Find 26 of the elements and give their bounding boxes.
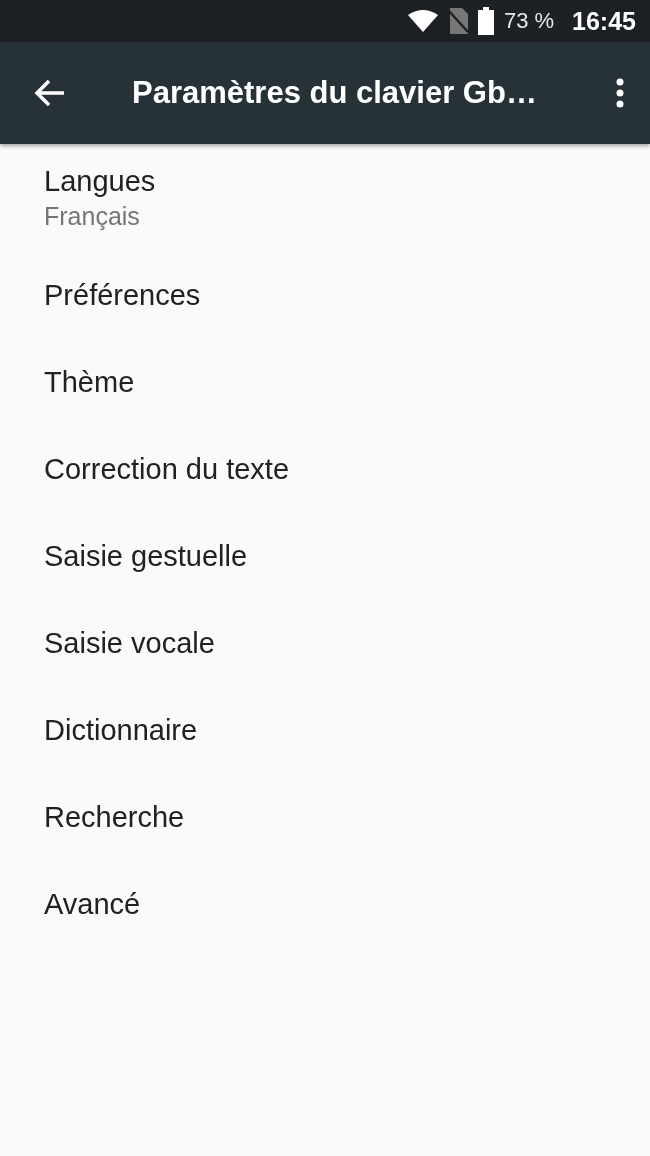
battery-percentage: 73 %: [503, 8, 555, 34]
settings-item[interactable]: Recherche: [0, 774, 650, 861]
item-summary: Français: [44, 202, 141, 231]
item-title: Saisie gestuelle: [44, 540, 249, 573]
settings-item[interactable]: Saisie gestuelle: [0, 513, 650, 600]
settings-item[interactable]: Correction du texte: [0, 426, 650, 513]
app-bar-title: Paramètres du clavier Gb…: [132, 75, 538, 111]
item-title: Langues: [44, 165, 157, 198]
settings-item[interactable]: Langues Français: [0, 144, 650, 252]
more-options-button[interactable]: [616, 78, 624, 108]
item-title: Saisie vocale: [44, 627, 216, 660]
settings-item[interactable]: Thème: [0, 339, 650, 426]
settings-item[interactable]: Dictionnaire: [0, 687, 650, 774]
item-title: Avancé: [44, 888, 142, 921]
item-title: Correction du texte: [44, 453, 290, 486]
clock: 16:45: [572, 6, 636, 36]
item-title: Recherche: [44, 801, 186, 834]
item-title: Dictionnaire: [44, 714, 199, 747]
settings-item[interactable]: Avancé: [0, 861, 650, 948]
battery-icon: [477, 7, 494, 35]
settings-item[interactable]: Saisie vocale: [0, 600, 650, 687]
wifi-icon: [407, 10, 438, 32]
no-sim-icon: [447, 8, 468, 34]
item-title: Thème: [44, 366, 136, 399]
settings-item[interactable]: Préférences: [0, 252, 650, 339]
item-title: Préférences: [44, 279, 202, 312]
